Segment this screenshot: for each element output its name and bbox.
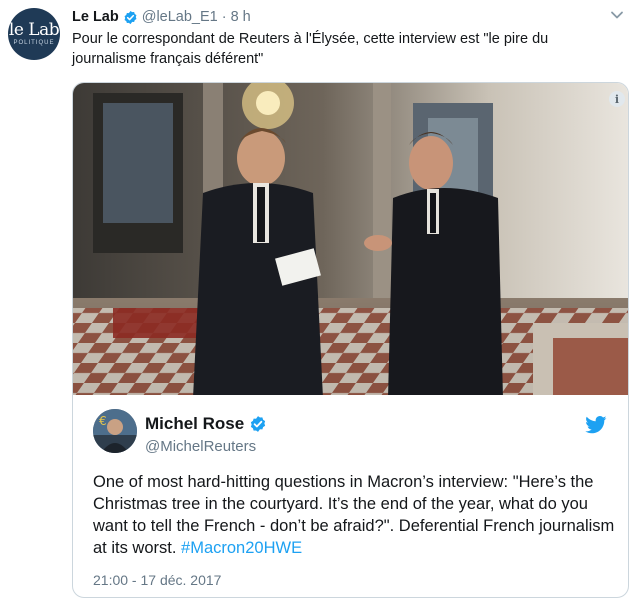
quoted-handle[interactable]: @MichelReuters [145, 438, 256, 455]
avatar-logo-subtext: POLITIQUE [13, 40, 55, 46]
tweet[interactable]: le Lab POLITIQUE Le Lab @leLab_E1 · 8 h … [0, 0, 638, 600]
svg-text:€: € [99, 414, 107, 428]
handle[interactable]: @leLab_E1 [142, 9, 218, 25]
tweet-text: Pour le correspondant de Reuters à l'Ély… [72, 31, 549, 67]
separator-dot: · [221, 9, 227, 25]
media-info-icon[interactable]: i [609, 91, 625, 107]
quoted-tweet-text: One of most hard-hitting questions in Ma… [93, 471, 618, 559]
avatar-logo-text: le Lab [8, 20, 60, 40]
tweet-time[interactable]: 8 h [231, 9, 251, 25]
display-name[interactable]: Le Lab [72, 9, 119, 25]
twitter-bird-icon[interactable] [585, 416, 607, 434]
quoted-verified-badge-icon [249, 415, 267, 433]
avatar[interactable]: le Lab POLITIQUE [8, 8, 60, 60]
verified-badge-icon [123, 10, 138, 25]
quoted-timestamp[interactable]: 21:00 - 17 déc. 2017 [93, 572, 221, 588]
tweet-header: Le Lab @leLab_E1 · 8 h [72, 7, 251, 27]
interview-photo[interactable] [73, 83, 628, 395]
hashtag-link[interactable]: #Macron20HWE [181, 539, 302, 557]
quoted-text-body: One of most hard-hitting questions in Ma… [93, 473, 615, 557]
quoted-header: Michel Rose [145, 414, 267, 434]
chevron-down-icon[interactable] [610, 8, 624, 22]
quoted-avatar[interactable]: € [93, 409, 137, 453]
quoted-tweet-card[interactable]: i € Michel Rose @MichelReuters One of mo… [72, 82, 629, 598]
quoted-display-name[interactable]: Michel Rose [145, 414, 244, 434]
